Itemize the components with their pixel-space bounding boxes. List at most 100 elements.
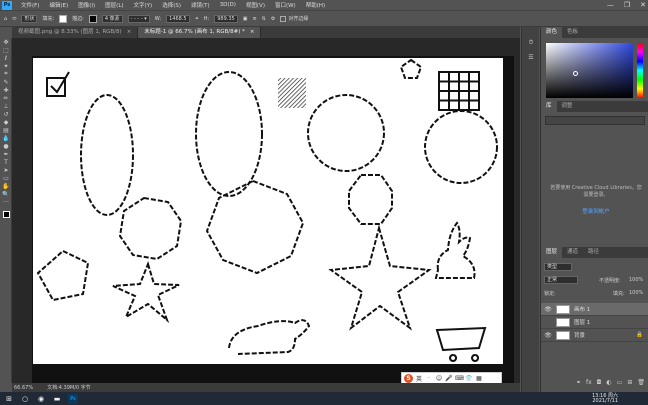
history-brush-icon[interactable]: ↺	[0, 110, 12, 118]
menu-window[interactable]: 窗口(W)	[270, 1, 301, 9]
color-picker-cursor[interactable]	[573, 71, 578, 76]
ime-keyboard-icon[interactable]: ⌨	[455, 375, 464, 382]
shape-tool-icon[interactable]: ▭	[0, 174, 12, 182]
tab-close-icon[interactable]: ×	[127, 27, 132, 38]
login-link[interactable]: 登录到帐户	[549, 207, 643, 215]
path-ops-icon[interactable]: ▣	[243, 16, 248, 22]
type-tool-icon[interactable]: T	[0, 158, 12, 166]
ime-toolbox-icon[interactable]: ▦	[475, 375, 483, 382]
ime-punct-icon[interactable]: ·	[425, 375, 433, 382]
fill-value[interactable]: 100%	[629, 290, 643, 296]
shape-tool-icon[interactable]: ⬭	[12, 16, 16, 22]
search-icon[interactable]: ○	[20, 394, 30, 404]
taskbar-clock[interactable]: 13:16 周六 2021/7/11	[592, 393, 618, 404]
width-field[interactable]: 1468.5	[166, 14, 190, 23]
pen-tool-icon[interactable]: ✒	[0, 150, 12, 158]
ime-mic-icon[interactable]: 🎤	[445, 375, 453, 382]
gradient-tool-icon[interactable]: ▤	[0, 126, 12, 134]
menu-edit[interactable]: 编辑(E)	[44, 1, 73, 9]
tab-swatches[interactable]: 色板	[562, 27, 583, 38]
photoshop-logo-icon[interactable]: Ps	[2, 0, 12, 10]
document-canvas[interactable]	[32, 56, 514, 386]
menu-image[interactable]: 图像(I)	[73, 1, 100, 9]
link-layers-icon[interactable]: ⚭	[576, 379, 581, 389]
lasso-tool-icon[interactable]: ℓ	[0, 54, 12, 62]
library-select[interactable]	[545, 116, 645, 125]
doc-info[interactable]: 文档:4.39M/0 字节	[47, 384, 91, 391]
sogou-logo-icon[interactable]: S	[404, 374, 413, 383]
folder-icon[interactable]: ▬	[52, 394, 62, 404]
zoom-level[interactable]: 66.67%	[14, 385, 33, 391]
more-tools-icon[interactable]: ···	[0, 198, 12, 206]
align-edges-checkbox[interactable]: 对齐边缘	[280, 15, 308, 22]
menu-type[interactable]: 文字(Y)	[129, 1, 158, 9]
ime-skin-icon[interactable]: 👕	[465, 375, 473, 382]
stroke-width-field[interactable]: 4 像素	[101, 14, 123, 23]
blend-mode-select[interactable]: 正常	[544, 276, 578, 284]
stroke-type-select[interactable]: - - - - ▾	[127, 14, 150, 23]
trash-icon[interactable]: 🗑	[637, 379, 645, 389]
menu-view[interactable]: 视图(V)	[241, 1, 270, 9]
hand-tool-icon[interactable]: ✋	[0, 182, 12, 190]
eye-icon[interactable]: 👁	[544, 332, 552, 339]
minimize-icon[interactable]: —	[607, 1, 614, 9]
restore-icon[interactable]: ❐	[624, 1, 630, 9]
chrome-icon[interactable]: ◉	[36, 394, 46, 404]
windows-start-icon[interactable]: ⊞	[4, 394, 14, 404]
ime-lang-toggle[interactable]: 英	[415, 374, 423, 383]
height-field[interactable]: 989.35	[214, 14, 238, 23]
tab-libraries[interactable]: 库	[541, 101, 557, 112]
menu-file[interactable]: 文件(F)	[16, 1, 44, 9]
tab-close-icon[interactable]: ×	[250, 27, 255, 38]
history-panel-icon[interactable]: ⏱	[522, 39, 540, 47]
menu-3d[interactable]: 3D(D)	[215, 2, 241, 8]
layer-row[interactable]: 👁 画布 1	[541, 303, 648, 316]
canvas-area[interactable]	[12, 38, 520, 386]
path-arrange-icon[interactable]: ⇅	[262, 16, 266, 22]
menu-layer[interactable]: 图层(L)	[100, 1, 128, 9]
eyedropper-tool-icon[interactable]: ✎	[0, 78, 12, 86]
menu-help[interactable]: 帮助(H)	[301, 1, 330, 9]
heal-tool-icon[interactable]: ✚	[0, 86, 12, 94]
shape-mode-select[interactable]: 形状	[21, 14, 38, 23]
eye-icon[interactable]: 👁	[544, 306, 552, 313]
hue-slider[interactable]	[637, 43, 643, 98]
tab-paths[interactable]: 路径	[583, 247, 604, 258]
opacity-value[interactable]: 100%	[629, 277, 643, 283]
menu-select[interactable]: 选择(S)	[157, 1, 186, 9]
tab-untitled[interactable]: 未标题-1 @ 66.7% (画布 1, RGB/8#) * ×	[138, 27, 262, 38]
gear-icon[interactable]: ⚙	[271, 16, 275, 22]
new-group-icon[interactable]: ▭	[617, 379, 623, 389]
photoshop-taskbar-icon[interactable]: Ps	[68, 393, 78, 404]
adjustment-icon[interactable]: ◐	[606, 379, 611, 389]
menu-filter[interactable]: 滤镜(T)	[186, 1, 215, 9]
color-picker-field[interactable]	[546, 43, 633, 98]
brush-tool-icon[interactable]: ✏	[0, 94, 12, 102]
zoom-tool-icon[interactable]: 🔍	[0, 190, 12, 198]
fg-bg-color-icon[interactable]	[0, 206, 12, 222]
path-select-icon[interactable]: ➤	[0, 166, 12, 174]
mask-icon[interactable]: ◘	[597, 379, 602, 389]
tab-adjustments[interactable]: 调整	[557, 101, 578, 112]
path-align-icon[interactable]: ≡	[252, 16, 256, 22]
crop-tool-icon[interactable]: ⌗	[0, 70, 12, 78]
move-tool-icon[interactable]: ✥	[0, 38, 12, 46]
close-icon[interactable]: ✕	[640, 1, 646, 9]
link-icon[interactable]: ⚭	[195, 16, 199, 22]
tab-color[interactable]: 颜色	[541, 27, 563, 38]
ime-emoji-icon[interactable]: ☺	[435, 375, 443, 382]
layer-kind-filter[interactable]: 类型	[544, 263, 572, 271]
stroke-swatch[interactable]	[88, 14, 97, 23]
magic-wand-tool-icon[interactable]: ✦	[0, 62, 12, 70]
marquee-tool-icon[interactable]: ⬚	[0, 46, 12, 54]
eraser-tool-icon[interactable]: ◆	[0, 118, 12, 126]
dodge-tool-icon[interactable]: ●	[0, 142, 12, 150]
tab-layers[interactable]: 图层	[541, 247, 563, 258]
tab-screenshot[interactable]: 视频截图.png @ 8.33% (图层 1, RGB/8) ×	[12, 27, 139, 38]
new-layer-icon[interactable]: ⊞	[627, 379, 632, 389]
layer-row[interactable]: 👁 背景 🔒	[541, 329, 648, 342]
home-icon[interactable]: ⌂	[4, 16, 7, 22]
tab-channels[interactable]: 通道	[562, 247, 583, 258]
blur-tool-icon[interactable]: 💧	[0, 134, 12, 142]
properties-panel-icon[interactable]: ☰	[522, 53, 540, 61]
